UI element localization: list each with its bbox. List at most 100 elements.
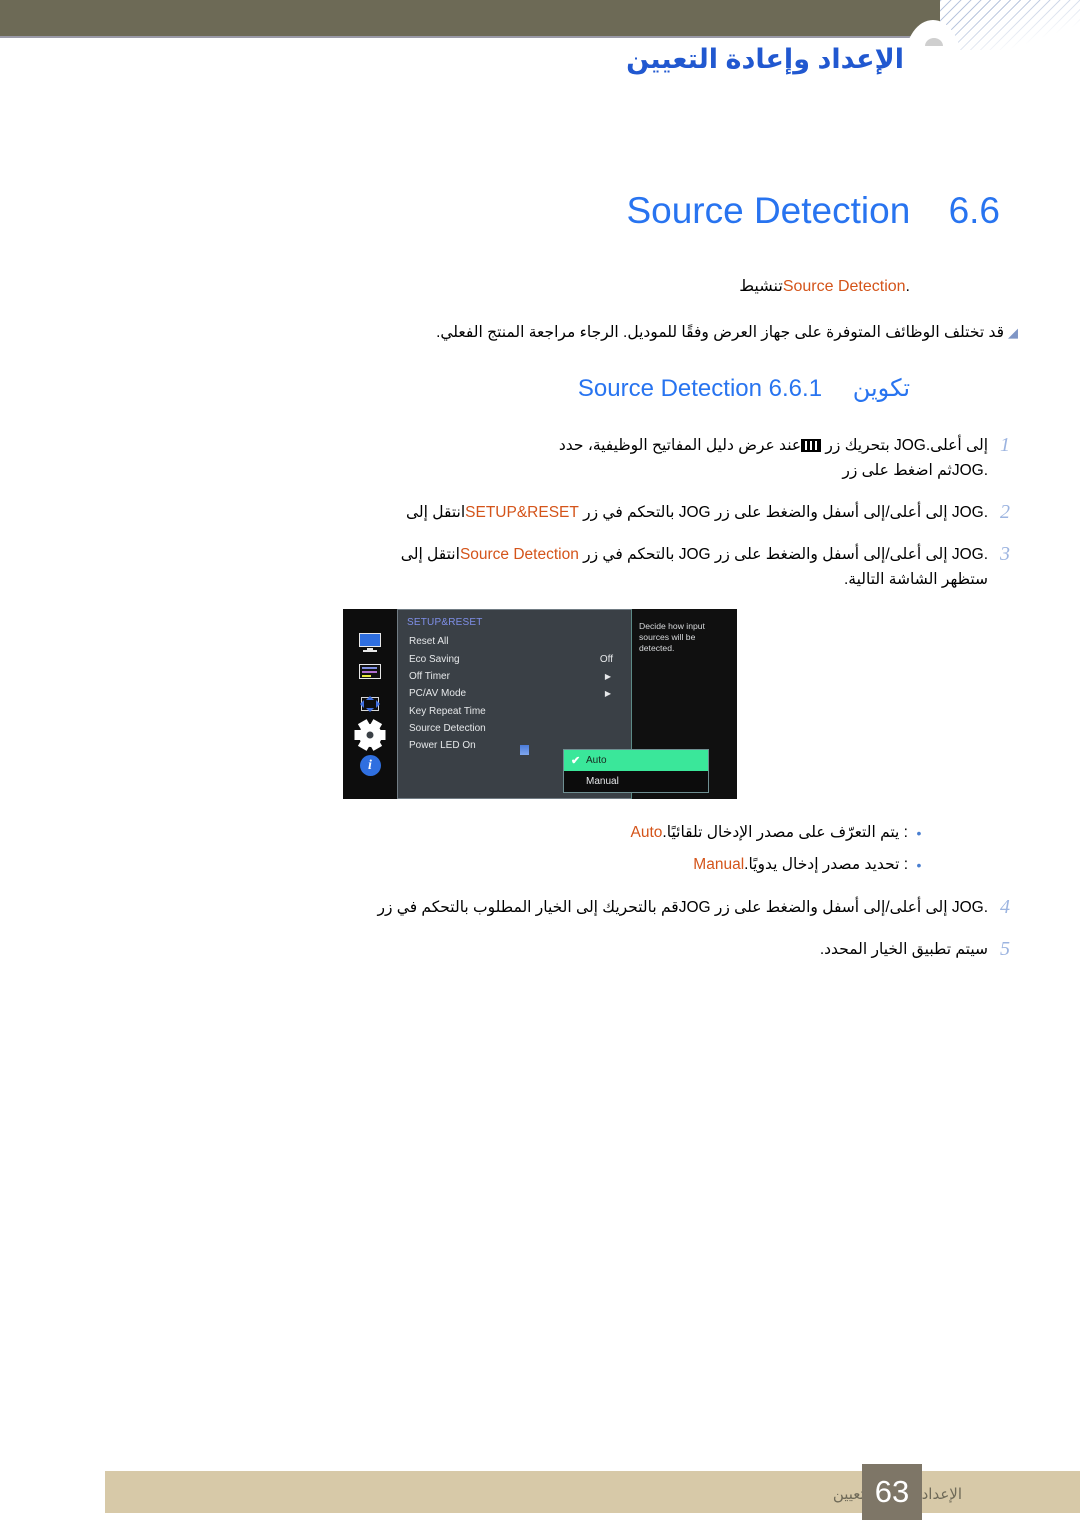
chapter-title: الإعداد وإعادة التعيين [626, 44, 904, 74]
lead-suffix: . [905, 278, 910, 295]
step2-seg-d: . [983, 504, 988, 521]
subsection-title-ar: تكوين [852, 375, 910, 402]
popup-option-auto[interactable]: ✔ Auto [564, 750, 708, 771]
page-content: Source Detection 6.6 .Source Detectionتن… [0, 190, 1080, 979]
step4-seg-d: . [983, 899, 988, 916]
monitor-icon[interactable] [357, 632, 383, 654]
step4-key-jog: JOG [678, 899, 711, 916]
lead-feature-name: Source Detection [782, 278, 906, 295]
steps-list: 1 إلى أعلى.JOG بتحريك زر عند عرض دليل ال… [0, 433, 1022, 592]
step1-seg-a: عند عرض دليل المفاتيح الوظيفية، حدد [558, 437, 802, 454]
step1-key-jog: JOG [893, 437, 926, 454]
step-text: .JOG إلى أعلى/إلى أسفل والضغط على زر JOG… [0, 895, 988, 920]
step2-menu-name: SETUP&RESET [465, 504, 579, 521]
subsection-heading: Source Detection تكوين 6.6.1 [0, 374, 910, 403]
section-title-text: Source Detection [626, 190, 911, 231]
osd-row-label: Source Detection [409, 723, 486, 735]
step-text: .JOG إلى أعلى/إلى أسفل والضغط على زر JOG… [0, 500, 988, 525]
steps-list-continued: 4 .JOG إلى أعلى/إلى أسفل والضغط على زر J… [0, 895, 1022, 962]
page-number: 63 [862, 1464, 922, 1520]
bullet-icon: • [916, 825, 922, 841]
options-list: • : يتم التعرّف على مصدر الإدخال تلقائيً… [0, 821, 930, 877]
step2-seg-a: انتقل إلى [406, 504, 466, 521]
osd-row-pc-av-mode[interactable]: PC/AV Mode ▶ [397, 685, 631, 702]
mouse-cursor-artifact [520, 745, 529, 755]
header-diagonal-stripes [940, 0, 1080, 50]
section-lead: .Source Detectionتنشيط [0, 276, 910, 296]
option-desc: : يتم التعرّف على مصدر الإدخال تلقائيًا. [662, 824, 908, 841]
option-text: : تحديد مصدر إدخال يدويًا.Manual [693, 853, 908, 877]
bullet-icon: • [916, 857, 922, 873]
step3-seg-d: . [983, 546, 988, 563]
step-item: 4 .JOG إلى أعلى/إلى أسفل والضغط على زر J… [0, 895, 1022, 920]
osd-row-label: Power LED On [409, 740, 476, 752]
option-desc: : تحديد مصدر إدخال يدويًا. [744, 856, 908, 873]
popup-option-label: Auto [586, 755, 607, 766]
osd-row-eco-saving[interactable]: Eco Saving Off [397, 650, 631, 667]
osd-row-label: Key Repeat Time [409, 705, 486, 717]
osd-row-key-repeat-time[interactable]: Key Repeat Time [397, 703, 631, 720]
step3-key-jog: JOG [678, 546, 711, 563]
section-number: 6.6 [948, 190, 1000, 231]
step-item: 2 .JOG إلى أعلى/إلى أسفل والضغط على زر J… [0, 500, 1022, 525]
osd-bars-icon [801, 439, 822, 452]
step4-seg-a: قم بالتحريك إلى الخيار المطلوب بالتحكم ف… [377, 899, 679, 916]
screen-size-icon[interactable] [357, 693, 383, 715]
section-heading: Source Detection 6.6 [0, 190, 1000, 232]
osd-row-reset-all[interactable]: Reset All [397, 633, 631, 650]
step2-seg-c: إلى أعلى/إلى أسفل والضغط على زر [710, 504, 952, 521]
osd-row-label: Eco Saving [409, 653, 460, 665]
step4-key-jog-2: JOG [951, 899, 984, 916]
step-item: 1 إلى أعلى.JOG بتحريك زر عند عرض دليل ال… [0, 433, 1022, 483]
step2-key-jog-2: JOG [951, 504, 984, 521]
step-number: 1 [1000, 434, 1010, 456]
step2-seg-b: بالتحكم في زر [578, 504, 679, 521]
osd-row-label: Off Timer [409, 670, 450, 682]
chevron-right-icon: ▶ [604, 689, 611, 699]
step-number: 3 [1000, 543, 1010, 565]
step3-seg-c: إلى أعلى/إلى أسفل والضغط على زر [710, 546, 952, 563]
lead-prefix: تنشيط [739, 278, 783, 295]
note-text: قد تختلف الوظائف المتوفرة على جهاز العرض… [436, 324, 1004, 341]
osd-menu-panel: SETUP&RESET Reset All Eco Saving Off Off… [397, 609, 709, 799]
subsection-title-en: Source Detection [577, 375, 762, 402]
option-name: Manual [693, 856, 745, 873]
step-text: .JOG إلى أعلى/إلى أسفل والضغط على زر JOG… [0, 542, 988, 592]
info-icon[interactable]: i [359, 755, 381, 777]
gear-icon[interactable] [357, 719, 383, 752]
step3-menu-name: Source Detection [459, 546, 579, 563]
step1-line2-a: ثم اضغط على زر [842, 462, 952, 479]
osd-row-value: Off [599, 653, 613, 665]
osd-panel-icon[interactable] [357, 662, 383, 684]
osd-row-off-timer[interactable]: Off Timer ▶ [397, 668, 631, 685]
step1-key-jog-2: JOG [951, 462, 984, 479]
header-rule [0, 36, 940, 38]
step-number: 4 [1000, 896, 1010, 918]
step2-key-jog: JOG [678, 504, 711, 521]
step3-seg-b: بالتحكم في زر [578, 546, 679, 563]
step3-seg-a: انتقل إلى [400, 546, 460, 563]
osd-window: i SETUP&RESET Reset All Eco Saving Off O… [343, 609, 737, 799]
note-block: ◢ قد تختلف الوظائف المتوفرة على جهاز الع… [0, 322, 1022, 344]
chevron-right-icon: ▶ [604, 671, 611, 681]
step-item: 5 سيتم تطبيق الخيار المحدد. [0, 937, 1022, 962]
option-text: : يتم التعرّف على مصدر الإدخال تلقائيًا.… [631, 821, 908, 845]
step-text: سيتم تطبيق الخيار المحدد. [819, 941, 988, 958]
step-number: 5 [1000, 938, 1010, 960]
popup-option-label: Manual [586, 776, 619, 787]
osd-row-label: PC/AV Mode [409, 688, 467, 700]
step-item: 3 .JOG إلى أعلى/إلى أسفل والضغط على زر J… [0, 542, 1022, 592]
step3-followup: ستظهر الشاشة التالية. [843, 571, 988, 588]
option-name: Auto [630, 824, 663, 841]
osd-menu-title: SETUP&RESET [407, 617, 483, 628]
step1-line2-b: . [983, 462, 988, 479]
osd-icon-rail: i [343, 609, 397, 799]
step-number: 2 [1000, 501, 1010, 523]
osd-row-label: Reset All [409, 636, 449, 648]
osd-row-source-detection[interactable]: Source Detection [397, 720, 631, 737]
option-item-manual: • : تحديد مصدر إدخال يدويًا.Manual [0, 853, 930, 877]
note-bullet-icon: ◢ [1008, 325, 1018, 340]
subsection-number: 6.6.1 [768, 375, 823, 402]
step1-seg-b: بتحريك زر [821, 437, 894, 454]
popup-option-manual[interactable]: Manual [564, 771, 708, 792]
